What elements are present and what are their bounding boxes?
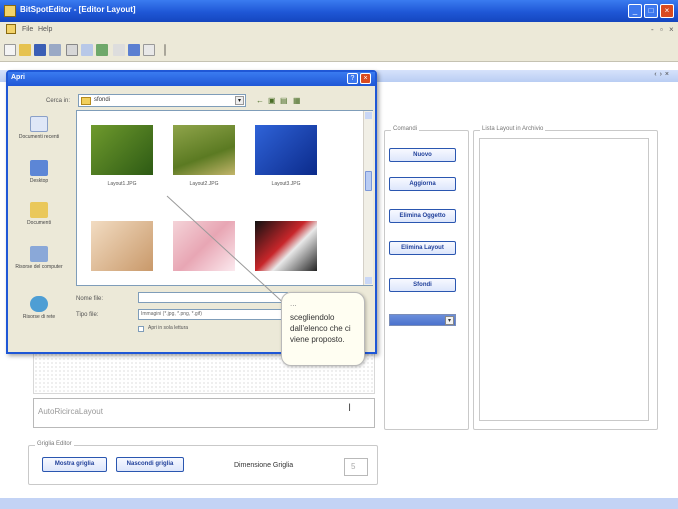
place-network[interactable]: Risorse di rete <box>10 296 68 320</box>
chevron-down-icon[interactable]: ▾ <box>445 316 454 325</box>
up-folder-icon[interactable]: ▣ <box>268 96 276 105</box>
views-menu-icon[interactable]: ▦ <box>293 96 301 105</box>
look-in-select[interactable]: sfondi ▾ <box>78 94 246 107</box>
grid-size-label: Dimensione Griglia <box>234 462 294 469</box>
sfondi-button[interactable]: Sfondi <box>389 278 456 292</box>
help-icon[interactable]: ? <box>347 73 358 84</box>
file-thumbnail[interactable] <box>173 125 235 175</box>
menu-help[interactable]: Help <box>38 26 52 33</box>
place-label: Risorse di rete <box>22 314 56 320</box>
mostra-griglia-button[interactable]: Mostra griglia <box>42 457 107 472</box>
elimina-oggetto-button[interactable]: Elimina Oggetto <box>389 209 456 223</box>
lista-layout-title: Lista Layout in Archivio <box>480 126 546 132</box>
file-thumbnail[interactable] <box>91 221 153 271</box>
elimina-layout-button[interactable]: Elimina Layout <box>389 241 456 255</box>
scroll-up-icon[interactable] <box>365 112 372 119</box>
my-documents-icon <box>30 202 48 218</box>
comandi-title: Comandi <box>391 126 420 132</box>
paste-icon[interactable] <box>81 44 93 56</box>
place-recent[interactable]: Documenti recenti <box>10 116 68 140</box>
mdi-nav-icons[interactable]: ‹›× <box>654 71 672 78</box>
window-titlebar[interactable]: BitSpotEditor - [Editor Layout] _ □ × <box>0 0 678 22</box>
maximize-icon[interactable]: □ <box>644 4 658 18</box>
mdi-restore-icon[interactable]: ▫ <box>660 25 663 34</box>
desktop-icon <box>30 160 48 176</box>
mdi-close-icon[interactable]: × <box>669 25 674 34</box>
about-icon[interactable] <box>143 44 155 56</box>
window-title: BitSpotEditor - [Editor Layout] <box>20 5 136 14</box>
my-computer-icon <box>30 246 48 262</box>
dialog-titlebar[interactable]: Apri ? × <box>8 72 375 86</box>
undo-icon[interactable] <box>113 44 125 56</box>
file-list-scrollbar[interactable] <box>363 111 373 285</box>
filename-label: Nome file: <box>76 296 104 302</box>
textarea-value: AutoRicircaLayout <box>38 407 103 416</box>
file-name: Layout2.JPG <box>189 181 219 187</box>
scroll-thumb[interactable] <box>365 171 372 191</box>
callout-dots: ... <box>290 299 297 308</box>
file-thumbnail[interactable] <box>255 221 317 271</box>
file-thumbnail[interactable] <box>91 125 153 175</box>
menu-file[interactable]: File <box>22 26 33 33</box>
new-folder-icon[interactable]: ▤ <box>280 96 288 105</box>
menu-bar: File Help - ▫ × <box>0 22 678 39</box>
place-label: Documenti recenti <box>18 134 60 140</box>
look-in-label: Cerca in: <box>46 98 71 104</box>
filetype-value: Immagini (*.jpg, *.png, *.gif) <box>141 311 202 317</box>
places-bar: Documenti recenti Desktop Documenti Riso… <box>10 110 70 350</box>
grid-size-value: 5 <box>351 462 356 471</box>
file-thumbnail[interactable] <box>255 125 317 175</box>
status-bar <box>0 498 678 509</box>
nascondi-griglia-button[interactable]: Nascondi griglia <box>116 457 184 472</box>
layout-name-textarea[interactable]: AutoRicircaLayout <box>33 398 375 428</box>
file-name: Layout1.JPG <box>107 181 137 187</box>
place-label: Desktop <box>29 178 49 184</box>
nuovo-button[interactable]: Nuovo <box>389 148 456 162</box>
readonly-label: Apri in sola lettura <box>148 325 189 331</box>
file-name: Layout3.JPG <box>271 181 301 187</box>
aggiorna-button[interactable]: Aggiorna <box>389 177 456 191</box>
layout-listbox[interactable] <box>479 138 649 421</box>
app-icon <box>4 5 16 17</box>
layout-select[interactable]: ▾ <box>389 314 456 326</box>
place-documents[interactable]: Documenti <box>10 202 68 226</box>
save-icon[interactable] <box>34 44 46 56</box>
callout-text: scegliendolo dall'elenco che ci viene pr… <box>290 313 351 344</box>
grid-size-input[interactable]: 5 <box>344 458 368 476</box>
file-list[interactable]: Layout1.JPG Layout2.JPG Layout3.JPG <box>76 110 373 286</box>
dialog-title: Apri <box>11 74 25 81</box>
place-label: Risorse del computer <box>15 264 63 270</box>
network-places-icon <box>30 296 48 312</box>
scroll-down-icon[interactable] <box>365 277 372 284</box>
place-label: Documenti <box>27 220 51 226</box>
folder-icon <box>81 97 91 105</box>
chevron-down-icon[interactable]: ▾ <box>235 96 244 105</box>
copy-icon[interactable] <box>66 44 78 56</box>
ibeam-cursor-icon: I <box>348 402 352 414</box>
place-desktop[interactable]: Desktop <box>10 160 68 184</box>
print-icon[interactable] <box>96 44 108 56</box>
mdi-minimize-icon[interactable]: - <box>651 25 654 34</box>
place-computer[interactable]: Risorse del computer <box>10 246 68 270</box>
recent-documents-icon <box>30 116 48 132</box>
dialog-close-icon[interactable]: × <box>360 73 371 84</box>
tooltip-callout: ... scegliendolo dall'elenco che ci vien… <box>281 292 365 366</box>
open-icon[interactable] <box>19 44 31 56</box>
help-icon[interactable] <box>128 44 140 56</box>
filetype-select[interactable]: Immagini (*.jpg, *.png, *.gif) <box>138 309 288 320</box>
close-icon[interactable]: × <box>660 4 674 18</box>
new-icon[interactable] <box>4 44 16 56</box>
cut-icon[interactable] <box>49 44 61 56</box>
document-icon <box>6 24 16 34</box>
back-icon[interactable]: ← <box>256 96 264 105</box>
filetype-label: Tipo file: <box>76 312 99 318</box>
griglia-title: Griglia Editor <box>35 441 74 447</box>
minimize-icon[interactable]: _ <box>628 4 642 18</box>
filename-input[interactable] <box>138 292 288 303</box>
toolbar-separator <box>164 44 166 56</box>
file-thumbnail[interactable] <box>173 221 235 271</box>
toolbar <box>0 39 678 62</box>
readonly-checkbox[interactable] <box>138 326 144 332</box>
look-in-value: sfondi <box>94 97 111 103</box>
